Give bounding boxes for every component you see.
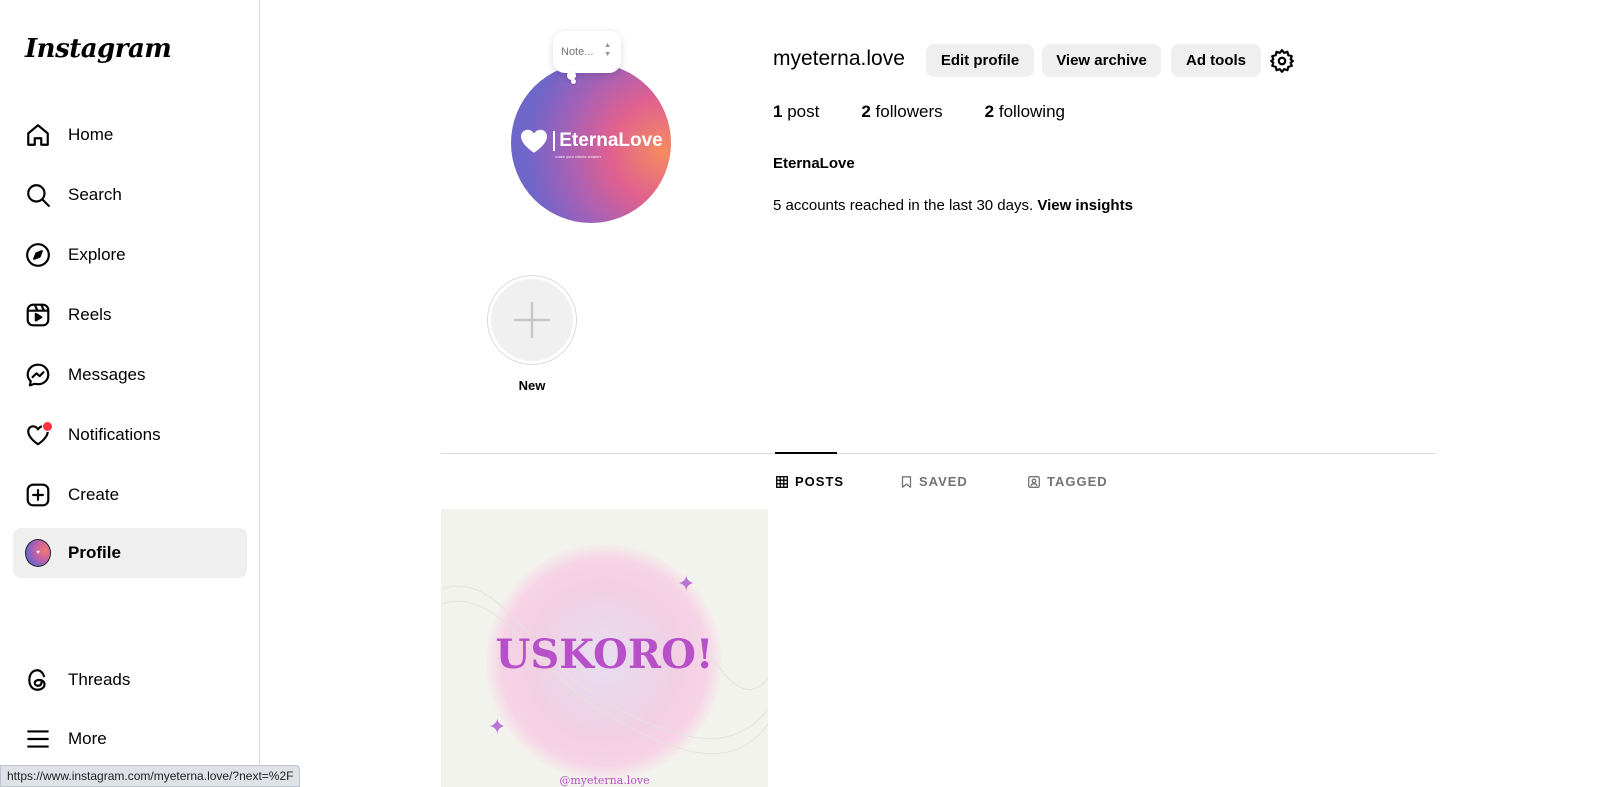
heart-logo-icon xyxy=(521,129,548,153)
sidebar-item-profile[interactable]: ♥ Profile xyxy=(13,528,247,578)
sidebar-item-label: Notifications xyxy=(68,425,161,444)
sidebar-item-messages[interactable]: Messages xyxy=(13,350,247,400)
profile-avatar-icon: ♥ xyxy=(25,539,51,567)
sidebar-item-label: More xyxy=(68,729,107,748)
view-insights-link[interactable]: View insights xyxy=(1037,197,1133,214)
sidebar-item-notifications[interactable]: Notifications xyxy=(13,410,247,460)
sparkle-icon: ✦ xyxy=(677,571,696,596)
new-highlight-button[interactable] xyxy=(487,275,577,365)
avatar-tagline: make your clients smarter xyxy=(555,153,602,159)
profile-username: myeterna.love xyxy=(773,47,905,70)
followers-count[interactable]: 2 followers xyxy=(861,102,942,122)
menu-icon xyxy=(25,726,51,752)
sidebar-item-reels[interactable]: Reels xyxy=(13,290,247,340)
highlight-label: New xyxy=(518,378,546,393)
note-placeholder: Note... xyxy=(561,46,594,58)
compass-icon xyxy=(25,242,51,268)
followers-count-label: followers xyxy=(875,102,943,121)
insights-text: 5 accounts reached in the last 30 days. xyxy=(773,197,1034,214)
view-archive-button[interactable]: View archive xyxy=(1042,44,1161,77)
following-count-number: 2 xyxy=(984,102,995,121)
note-tail xyxy=(571,79,576,84)
sidebar-item-label: Messages xyxy=(68,365,146,384)
browser-status-url: https://www.instagram.com/myeterna.love/… xyxy=(0,765,301,787)
tab-label: POSTS xyxy=(795,474,845,489)
heart-icon xyxy=(25,421,53,448)
sidebar-item-threads[interactable]: Threads xyxy=(13,655,247,705)
sidebar-item-label: Explore xyxy=(68,245,126,264)
plus-icon xyxy=(514,302,550,338)
create-plus-icon xyxy=(25,482,51,508)
post-title-text: USKORO! xyxy=(495,631,714,678)
active-tab-indicator xyxy=(775,452,837,454)
profile-avatar[interactable]: EternaLove make your clients smarter xyxy=(511,63,671,223)
reels-icon xyxy=(25,302,51,328)
instagram-logo[interactable]: Instagram xyxy=(25,34,172,64)
avatar: ♥ xyxy=(25,539,51,567)
tab-label: TAGGED xyxy=(1047,474,1108,489)
bookmark-icon xyxy=(901,475,912,488)
insights-summary: 5 accounts reached in the last 30 days. … xyxy=(773,197,1133,214)
sidebar-item-label: Create xyxy=(68,485,120,504)
followers-count-number: 2 xyxy=(861,102,871,121)
sidebar-item-label: Home xyxy=(68,125,114,144)
grid-icon xyxy=(776,475,788,488)
posts-count-label: post xyxy=(787,102,820,121)
sidebar-item-label: Search xyxy=(68,185,122,204)
tabs-divider xyxy=(441,453,1436,454)
tab-label: SAVED xyxy=(919,474,968,489)
following-count-label: following xyxy=(998,102,1065,121)
highlight-inner xyxy=(491,279,573,361)
tab-posts[interactable]: POSTS xyxy=(776,474,844,489)
sidebar-item-home[interactable]: Home xyxy=(13,110,247,160)
profile-full-name: EternaLove xyxy=(773,155,855,172)
home-icon xyxy=(25,122,51,148)
search-icon xyxy=(25,182,51,208)
sidebar-item-label: Profile xyxy=(68,543,121,562)
profile-stats: 1 post 2 followers 2 following xyxy=(773,102,1107,122)
sidebar-item-search[interactable]: Search xyxy=(13,170,247,220)
posts-count-number: 1 xyxy=(773,102,783,121)
following-count[interactable]: 2 following xyxy=(985,102,1065,122)
sidebar-item-label: Threads xyxy=(68,670,131,689)
tab-tagged[interactable]: TAGGED xyxy=(1028,474,1108,489)
sparkle-icon: ✦ xyxy=(488,714,507,739)
note-scroll-arrows-icon: ▲ ▼ xyxy=(604,42,611,58)
avatar-logo: EternaLove make your clients smarter xyxy=(519,128,663,159)
ad-tools-button[interactable]: Ad tools xyxy=(1171,44,1261,77)
avatar-brand-text: EternaLove xyxy=(553,130,663,151)
sidebar-item-create[interactable]: Create xyxy=(13,470,247,520)
edit-profile-button[interactable]: Edit profile xyxy=(926,44,1034,77)
post-handle-text: @myeterna.love xyxy=(559,774,650,787)
sidebar-item-label: Reels xyxy=(68,305,112,324)
notification-dot xyxy=(42,421,53,432)
settings-gear-icon[interactable] xyxy=(1268,47,1296,75)
sidebar: Instagram Home Search Explore Reels Mess… xyxy=(0,0,260,787)
tab-saved[interactable]: SAVED xyxy=(901,474,968,489)
threads-icon xyxy=(25,667,51,693)
tagged-user-icon xyxy=(1028,475,1040,488)
messenger-icon xyxy=(25,362,51,388)
sidebar-item-more[interactable]: More xyxy=(13,714,247,764)
posts-count: 1 post xyxy=(773,102,819,122)
note-bubble[interactable]: Note... ▲ ▼ xyxy=(553,31,621,73)
sidebar-item-explore[interactable]: Explore xyxy=(13,230,247,280)
post-thumbnail[interactable]: ✦ ✦ USKORO! @myeterna.love xyxy=(441,509,768,787)
